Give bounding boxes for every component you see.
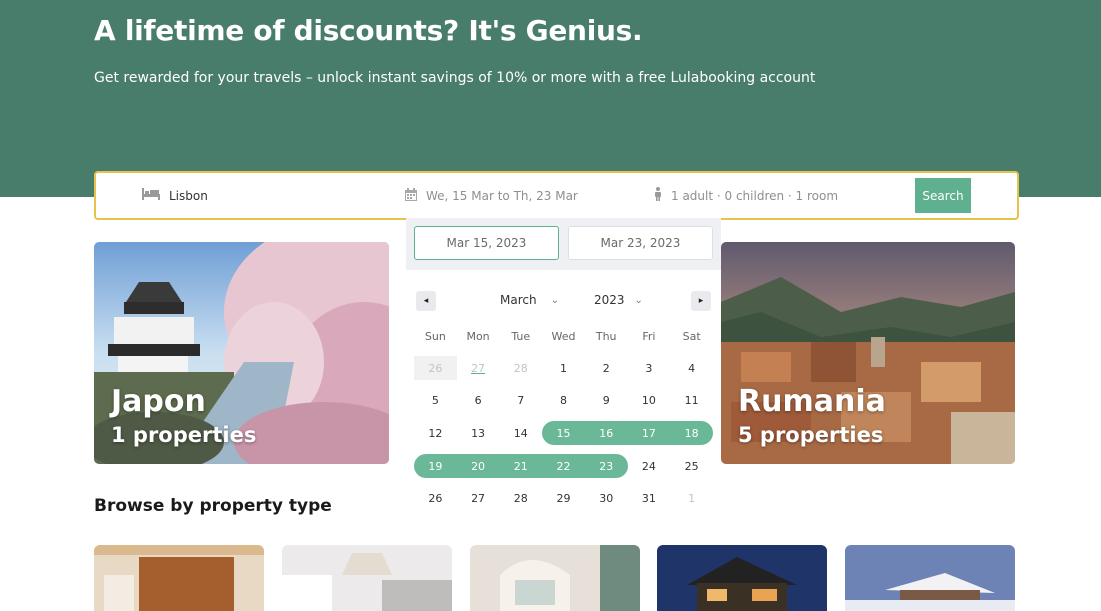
- calendar-day: 28: [513, 361, 528, 375]
- calendar-day-selected[interactable]: 18: [670, 421, 713, 446]
- calendar-day[interactable]: 26: [414, 487, 457, 511]
- calendar-day-selected[interactable]: 21: [499, 454, 543, 479]
- property-photo: [282, 545, 452, 611]
- weekday-label: Tue: [511, 330, 531, 343]
- year-select[interactable]: 2023 ⌄: [594, 293, 643, 307]
- browse-title: Browse by property type: [94, 496, 332, 516]
- search-bar: Lisbon We, 15 Mar to Th, 23 Mar 1 adult …: [94, 171, 1019, 220]
- destination-field[interactable]: Lisbon: [142, 173, 208, 218]
- dates-value: We, 15 Mar to Th, 23 Mar: [426, 188, 578, 203]
- hero-banner: A lifetime of discounts? It's Genius. Ge…: [0, 0, 1101, 197]
- start-date-input[interactable]: Mar 15, 2023: [414, 226, 559, 260]
- hero-title: A lifetime of discounts? It's Genius.: [94, 14, 643, 47]
- property-type-card[interactable]: [282, 545, 452, 611]
- calendar-day-selected[interactable]: 15: [542, 421, 585, 446]
- end-date-input[interactable]: Mar 23, 2023: [568, 226, 713, 260]
- calendar-day[interactable]: 13: [457, 421, 500, 445]
- destination-name: Rumania: [738, 384, 886, 419]
- bed-icon: [142, 188, 160, 203]
- calendar-day-selected[interactable]: 23: [584, 454, 628, 479]
- property-type-card[interactable]: [657, 545, 827, 611]
- chevron-down-icon: ⌄: [634, 294, 643, 306]
- calendar-day-selected[interactable]: 17: [627, 421, 671, 446]
- dates-field[interactable]: We, 15 Mar to Th, 23 Mar: [405, 173, 578, 218]
- calendar-day[interactable]: 2: [585, 356, 628, 380]
- calendar-day[interactable]: 10: [628, 389, 671, 413]
- next-month-button[interactable]: ▸: [691, 291, 711, 311]
- weekday-label: Wed: [551, 330, 576, 343]
- property-photo: [845, 545, 1015, 611]
- calendar-day[interactable]: 27: [457, 487, 500, 511]
- property-photo: [94, 545, 264, 611]
- calendar-day[interactable]: 29: [542, 487, 585, 511]
- calendar-day-selected[interactable]: 16: [584, 421, 628, 446]
- property-type-card[interactable]: [470, 545, 640, 611]
- search-button[interactable]: Search: [915, 178, 971, 213]
- guests-value: 1 adult · 0 children · 1 room: [671, 188, 839, 203]
- calendar-day[interactable]: 12: [414, 421, 457, 445]
- property-type-card[interactable]: [94, 545, 264, 611]
- calendar-day-selected[interactable]: 19: [414, 454, 457, 479]
- weekday-row: Sun Mon Tue Wed Thu Fri Sat: [414, 330, 713, 343]
- calendar-day[interactable]: 4: [670, 356, 713, 380]
- calendar-day-selected[interactable]: 20: [456, 454, 500, 479]
- calendar-day[interactable]: 28: [499, 487, 542, 511]
- weekday-label: Thu: [595, 330, 617, 343]
- calendar-day[interactable]: 24: [628, 454, 671, 478]
- date-picker-header: Mar 15, 2023 Mar 23, 2023: [406, 218, 721, 270]
- weekday-label: Fri: [642, 330, 656, 343]
- calendar-day[interactable]: 3: [628, 356, 671, 380]
- weekday-label: Sun: [424, 330, 446, 343]
- calendar-day[interactable]: 5: [414, 389, 457, 413]
- property-photo: [657, 545, 827, 611]
- property-photo: [470, 545, 640, 611]
- calendar-day-selected[interactable]: 22: [542, 454, 585, 479]
- weekday-label: Mon: [466, 330, 490, 343]
- destination-card-japon[interactable]: Japon 1 properties: [94, 242, 389, 464]
- calendar-day[interactable]: 14: [499, 421, 542, 445]
- calendar-day[interactable]: 11: [670, 389, 713, 413]
- weekday-label: Sat: [682, 330, 701, 343]
- date-picker: Mar 15, 2023 Mar 23, 2023 ◂ March ⌄ 2023…: [406, 218, 721, 510]
- destination-count: 1 properties: [111, 423, 257, 447]
- destination-value: Lisbon: [169, 188, 208, 203]
- calendar-day[interactable]: 6: [457, 389, 500, 413]
- calendar-day[interactable]: 9: [585, 389, 628, 413]
- guests-field[interactable]: 1 adult · 0 children · 1 room: [654, 173, 838, 218]
- calendar-day[interactable]: 25: [670, 454, 713, 478]
- destination-count: 5 properties: [738, 423, 884, 447]
- hero-subtitle: Get rewarded for your travels – unlock i…: [94, 70, 816, 86]
- calendar-grid: 26 27 28 1 2 3 4 5 6 7 8 9 10 11 12 13 1…: [414, 352, 713, 515]
- calendar-day: 27: [471, 361, 486, 375]
- destination-name: Japon: [111, 384, 206, 419]
- chevron-down-icon: ⌄: [550, 294, 559, 306]
- year-value: 2023: [594, 293, 625, 307]
- month-value: March: [500, 293, 537, 307]
- calendar-day[interactable]: 8: [542, 389, 585, 413]
- calendar-day[interactable]: 7: [499, 389, 542, 413]
- property-type-card[interactable]: [845, 545, 1015, 611]
- destination-card-rumania[interactable]: Rumania 5 properties: [721, 242, 1015, 464]
- prev-month-button[interactable]: ◂: [416, 291, 436, 311]
- calendar-day[interactable]: 30: [585, 487, 628, 511]
- calendar-day[interactable]: 31: [628, 487, 671, 511]
- calendar-day[interactable]: 1: [542, 356, 585, 380]
- calendar-day: 1: [688, 492, 696, 506]
- month-select[interactable]: March ⌄: [500, 293, 559, 307]
- calendar-icon: [405, 187, 417, 204]
- person-icon: [654, 187, 662, 204]
- calendar-day: 26: [414, 356, 457, 380]
